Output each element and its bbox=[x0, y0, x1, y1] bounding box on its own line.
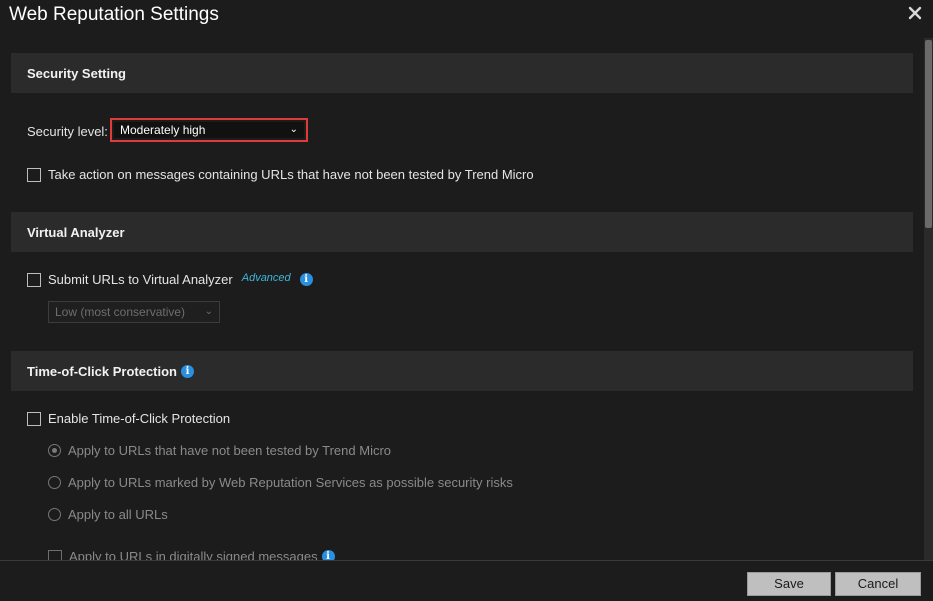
enable-toc-row[interactable]: Enable Time-of-Click Protection bbox=[27, 411, 230, 426]
security-level-value: Moderately high bbox=[120, 123, 206, 137]
radio-untested-row: Apply to URLs that have not been tested … bbox=[48, 443, 391, 458]
untested-action-row[interactable]: Take action on messages containing URLs … bbox=[27, 167, 534, 182]
info-icon[interactable]: i bbox=[321, 550, 335, 560]
dialog-footer: Save Cancel bbox=[0, 560, 933, 601]
untested-action-checkbox[interactable] bbox=[27, 167, 41, 182]
submit-va-checkbox[interactable] bbox=[27, 272, 41, 287]
chevron-down-icon: ⌄ bbox=[289, 124, 298, 135]
section-title: Security Setting bbox=[27, 66, 126, 81]
section-virtual-analyzer: Virtual Analyzer bbox=[11, 212, 913, 252]
cancel-button[interactable]: Cancel bbox=[835, 572, 921, 596]
section-security-setting: Security Setting bbox=[11, 53, 913, 93]
info-icon[interactable]: i bbox=[299, 273, 313, 286]
scrollbar-thumb[interactable] bbox=[925, 40, 932, 228]
close-icon[interactable] bbox=[906, 4, 924, 22]
section-title: Virtual Analyzer bbox=[27, 225, 125, 240]
radio-marked-row: Apply to URLs marked by Web Reputation S… bbox=[48, 475, 513, 490]
dialog-titlebar: Web Reputation Settings bbox=[0, 0, 933, 34]
radio-marked bbox=[48, 476, 61, 489]
save-button[interactable]: Save bbox=[747, 572, 831, 596]
submit-va-row[interactable]: Submit URLs to Virtual Analyzer Advanced… bbox=[27, 272, 313, 287]
radio-untested-label: Apply to URLs that have not been tested … bbox=[68, 443, 392, 458]
info-icon[interactable]: i bbox=[181, 365, 195, 378]
section-title: Time-of-Click Protection bbox=[27, 364, 178, 379]
submit-va-label: Submit URLs to Virtual Analyzer bbox=[48, 272, 233, 287]
vertical-scrollbar[interactable] bbox=[924, 38, 933, 560]
va-level-select: Low (most conservative) ⌄ bbox=[48, 301, 220, 323]
security-level-label: Security level: bbox=[27, 124, 108, 139]
dialog-body: Security Setting Security level: Moderat… bbox=[0, 38, 933, 560]
radio-marked-label: Apply to URLs marked by Web Reputation S… bbox=[68, 475, 513, 490]
security-level-row: Security level: bbox=[27, 124, 108, 139]
signed-messages-checkbox bbox=[48, 549, 62, 560]
dialog-title: Web Reputation Settings bbox=[9, 4, 219, 25]
security-level-highlight: Moderately high ⌄ bbox=[110, 118, 308, 142]
radio-all-row: Apply to all URLs bbox=[48, 507, 168, 522]
section-title-row: Time-of-Click Protection i bbox=[27, 364, 195, 379]
enable-toc-label: Enable Time-of-Click Protection bbox=[48, 411, 231, 426]
advanced-badge: Advanced bbox=[241, 271, 291, 284]
radio-untested bbox=[48, 444, 61, 457]
signed-messages-label: Apply to URLs in digitally signed messag… bbox=[69, 549, 318, 560]
security-level-select[interactable]: Moderately high ⌄ bbox=[114, 122, 304, 138]
untested-action-label: Take action on messages containing URLs … bbox=[48, 167, 534, 182]
enable-toc-checkbox[interactable] bbox=[27, 411, 41, 426]
section-time-of-click: Time-of-Click Protection i bbox=[11, 351, 913, 391]
radio-all bbox=[48, 508, 61, 521]
va-level-value: Low (most conservative) bbox=[55, 305, 186, 319]
radio-all-label: Apply to all URLs bbox=[68, 507, 168, 522]
signed-messages-row: Apply to URLs in digitally signed messag… bbox=[48, 549, 335, 560]
chevron-down-icon: ⌄ bbox=[204, 306, 213, 317]
